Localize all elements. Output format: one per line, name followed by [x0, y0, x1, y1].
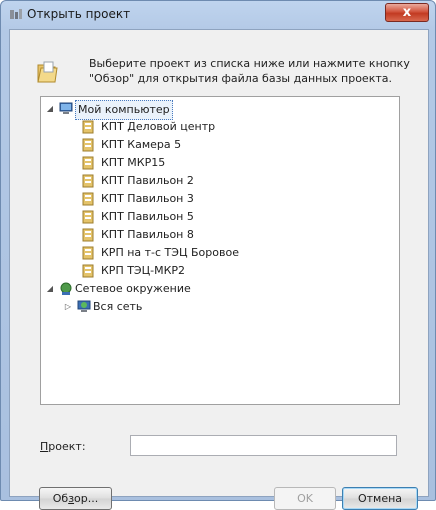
database-icon	[82, 210, 94, 224]
collapse-arrow-icon[interactable]: ◢	[45, 280, 55, 298]
tree-item-label: КРП ТЭЦ-МКР2	[101, 264, 186, 277]
collapse-arrow-icon[interactable]: ◢	[45, 100, 55, 118]
project-input[interactable]	[130, 435, 397, 456]
tree-item-label: КПТ Павильон 3	[101, 192, 194, 205]
instruction-line-1: Выберите проект из списка ниже или нажми…	[89, 57, 410, 70]
tree-label-network: Сетевое окружение	[75, 282, 191, 295]
project-label: Проект:	[40, 440, 86, 453]
tree-item-label: КПТ Павильон 5	[101, 210, 194, 223]
folder-icon	[37, 61, 58, 83]
database-icon	[82, 120, 94, 134]
tree-label-entire-network: Вся сеть	[93, 300, 143, 313]
database-icon	[82, 246, 94, 260]
expand-arrow-icon[interactable]: ▷	[63, 298, 73, 316]
browse-label-b: ор...	[74, 492, 99, 505]
tree-item-label: КПТ Павильон 2	[101, 174, 194, 187]
instruction-line-2: "Обзор" для открытия файла базы данных п…	[89, 72, 392, 85]
browse-button[interactable]: Обзор...	[39, 487, 112, 510]
cancel-button[interactable]: Отмена	[342, 487, 418, 510]
project-label-rest: роект:	[48, 440, 86, 453]
network-icon	[60, 282, 72, 295]
network-globe-icon	[77, 300, 91, 312]
database-icon	[82, 192, 94, 206]
dialog-client-area: Выберите проект из списка ниже или нажми…	[9, 29, 429, 510]
instruction-text: Выберите проект из списка ниже или нажми…	[89, 56, 419, 86]
browse-label-a: Об	[52, 492, 69, 505]
close-button[interactable]: x	[385, 3, 429, 22]
ok-button[interactable]: OK	[274, 487, 336, 510]
database-icon	[82, 156, 94, 170]
tree-item-label: КРП на т-с ТЭЦ Боровое	[101, 246, 239, 259]
database-icon	[82, 174, 94, 188]
tree-item-label: КПТ Павильон 8	[101, 228, 194, 241]
tree-item-label: КПТ МКР15	[101, 156, 166, 169]
database-icon	[82, 138, 94, 152]
tree-item-label: КПТ Камера 5	[101, 138, 182, 151]
title-bar[interactable]: Открыть проект x	[1, 1, 435, 27]
tree-item-label: КПТ Деловой центр	[101, 120, 216, 133]
dialog-window: Открыть проект x Выберите проект из спис…	[0, 0, 436, 510]
tree-label-my-computer: Мой компьютер	[75, 100, 173, 120]
database-icon	[82, 264, 94, 278]
database-icon	[82, 228, 94, 242]
window-title: Открыть проект	[27, 7, 131, 21]
project-tree[interactable]: ◢ Мой компьютер КПТ Деловой центр КПТ Ка…	[40, 96, 400, 405]
computer-icon	[59, 102, 73, 114]
project-app-icon	[10, 9, 22, 19]
